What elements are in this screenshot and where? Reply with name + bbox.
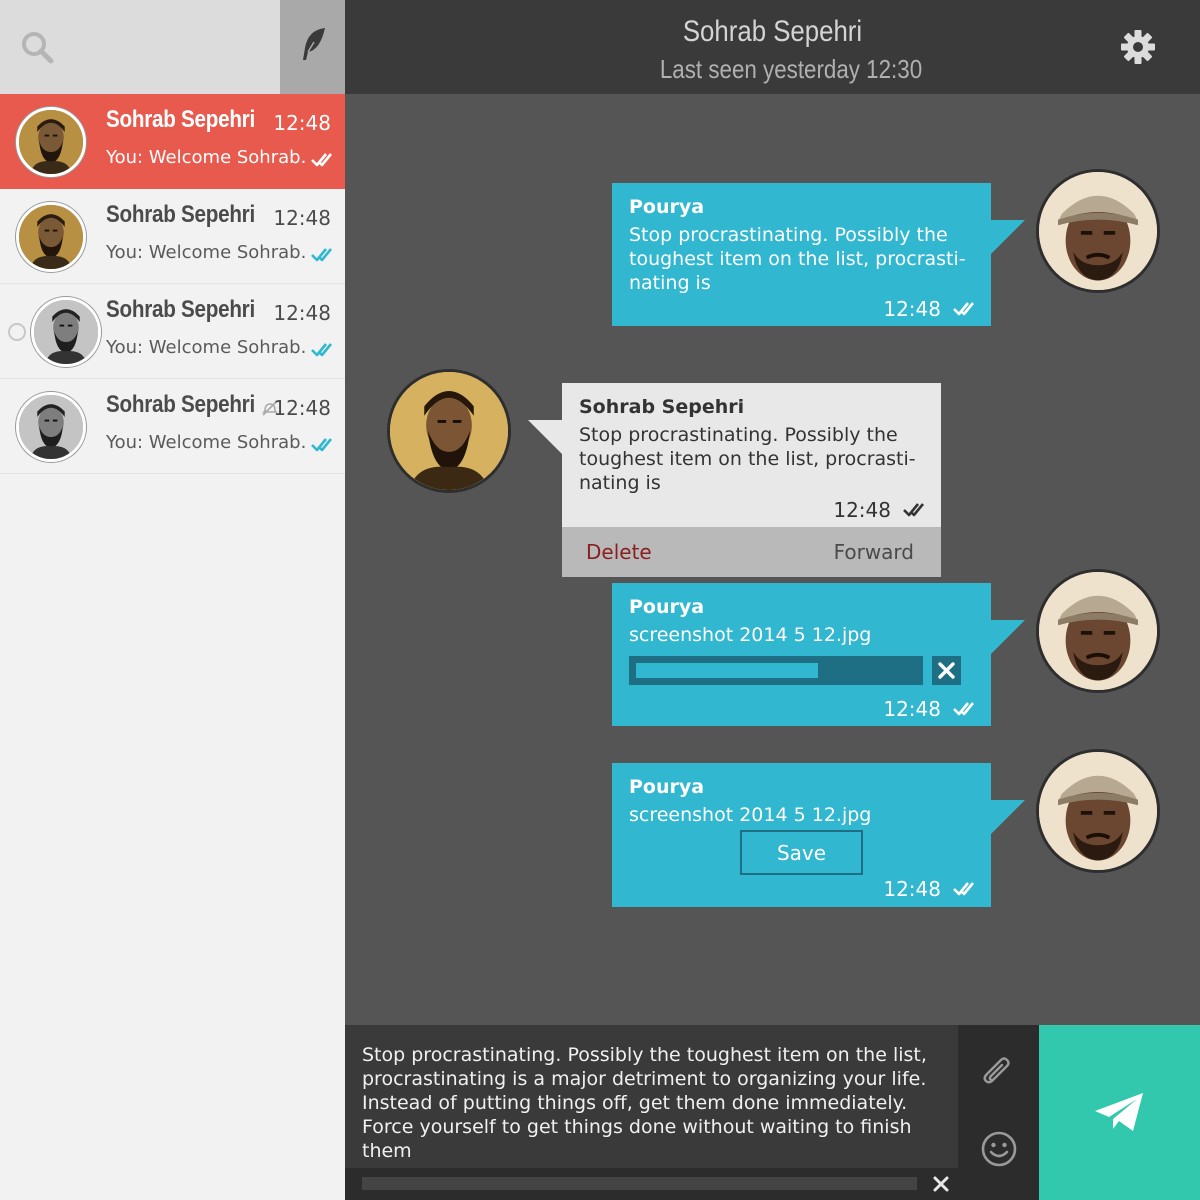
chat-name: Sohrab Sepehri [106, 106, 255, 133]
message-bubble[interactable]: Sohrab Sepehri Stop procrastinating. Pos… [562, 383, 941, 577]
message-input[interactable]: Stop procrastinating. Possibly the tough… [362, 1043, 942, 1163]
message-bubble[interactable]: Pourya screenshot 2014 5 12.jpg Save 12:… [612, 763, 991, 907]
chat-time: 12:48 [273, 111, 331, 135]
double-check-icon [311, 152, 333, 168]
avatar [31, 297, 101, 367]
double-check-icon [311, 247, 333, 263]
delete-button[interactable]: Delete [586, 540, 652, 564]
close-icon [938, 662, 955, 679]
send-button[interactable] [1039, 1025, 1200, 1200]
paper-plane-icon [1095, 1093, 1143, 1131]
smiley-icon[interactable] [980, 1130, 1018, 1168]
double-check-icon [903, 502, 925, 518]
avatar [1036, 749, 1160, 873]
composer-tools [958, 1025, 1039, 1200]
chat-time: 12:48 [273, 301, 331, 325]
message-time: 12:48 [833, 498, 891, 522]
save-button[interactable]: Save [740, 830, 863, 875]
forward-button[interactable]: Forward [834, 540, 914, 564]
message-time: 12:48 [883, 297, 941, 321]
file-name: screenshot 2014 5 12.jpg [629, 804, 872, 826]
avatar [16, 202, 86, 272]
chat-preview: You: Welcome Sohrab... [106, 432, 306, 453]
double-check-icon [311, 437, 333, 453]
chat-preview: You: Welcome Sohrab... [106, 147, 306, 168]
chat-name: Sohrab Sepehri [106, 296, 255, 323]
feather-icon [303, 28, 325, 60]
avatar [1036, 169, 1160, 293]
message-time: 12:48 [883, 877, 941, 901]
search-icon[interactable] [18, 28, 58, 68]
composer-progress-track [362, 1177, 917, 1190]
chat-item[interactable]: Sohrab Sepehri 12:48 You: Welcome Sohrab… [0, 189, 345, 284]
message-bubble[interactable]: Pourya screenshot 2014 5 12.jpg 12:48 [612, 583, 991, 726]
paperclip-icon[interactable] [980, 1055, 1016, 1091]
bubble-tail [991, 220, 1025, 254]
double-check-icon [953, 301, 975, 317]
message-time: 12:48 [883, 697, 941, 721]
message-bubble[interactable]: Pourya Stop procrastinating. Possibly th… [612, 183, 991, 326]
last-seen: Last seen yesterday 12:30 [659, 54, 923, 84]
chat-item[interactable]: Sohrab Sepehri 12:48 You: Welcome Sohrab… [0, 94, 345, 189]
contact-name: Sohrab Sepehri [682, 15, 863, 48]
chat-preview: You: Welcome Sohrab... [106, 337, 306, 358]
message-sender: Sohrab Sepehri [579, 396, 745, 418]
message-sender: Pourya [629, 196, 705, 218]
bubble-tail [991, 620, 1025, 654]
message-sender: Pourya [629, 596, 705, 618]
message-area: Pourya Stop procrastinating. Possibly th… [345, 94, 1200, 1025]
chat-list: Sohrab Sepehri 12:48 You: Welcome Sohrab… [0, 94, 345, 474]
close-icon[interactable] [931, 1174, 951, 1194]
double-check-icon [311, 342, 333, 358]
sidebar: Sohrab Sepehri 12:48 You: Welcome Sohrab… [0, 0, 345, 1200]
bubble-tail [528, 420, 562, 454]
message-text: Stop procrastinating. Possibly the tough… [629, 224, 966, 294]
compose-button[interactable] [280, 0, 345, 94]
chat-time: 12:48 [273, 396, 331, 420]
message-sender: Pourya [629, 776, 705, 798]
chat-name: Sohrab Sepehri [106, 391, 255, 418]
cancel-upload-button[interactable] [932, 656, 961, 685]
upload-progress [629, 656, 923, 685]
double-check-icon [953, 701, 975, 717]
chat-item[interactable]: Sohrab Sepehri 12:48 You: Welcome Sohrab… [0, 379, 345, 474]
gear-icon[interactable] [1120, 29, 1156, 65]
message-text: Stop procrastinating. Possibly the tough… [579, 424, 916, 494]
avatar [1036, 569, 1160, 693]
avatar [387, 369, 511, 493]
chat-time: 12:48 [273, 206, 331, 230]
chat-name: Sohrab Sepehri [106, 201, 255, 228]
message-actions: Delete Forward [562, 527, 941, 577]
avatar [16, 392, 86, 462]
search-bar[interactable] [0, 0, 280, 94]
progress-fill [636, 663, 818, 678]
message-composer[interactable]: Stop procrastinating. Possibly the tough… [345, 1025, 958, 1200]
avatar [16, 107, 86, 177]
file-name: screenshot 2014 5 12.jpg [629, 624, 872, 646]
double-check-icon [953, 881, 975, 897]
select-radio[interactable] [8, 323, 26, 341]
chat-item[interactable]: Sohrab Sepehri 12:48 You: Welcome Sohrab… [0, 284, 345, 379]
chat-preview: You: Welcome Sohrab... [106, 242, 306, 263]
composer-status-bar [345, 1168, 958, 1200]
chat-header: Sohrab Sepehri Last seen yesterday 12:30 [345, 0, 1200, 94]
bubble-tail [991, 800, 1025, 834]
